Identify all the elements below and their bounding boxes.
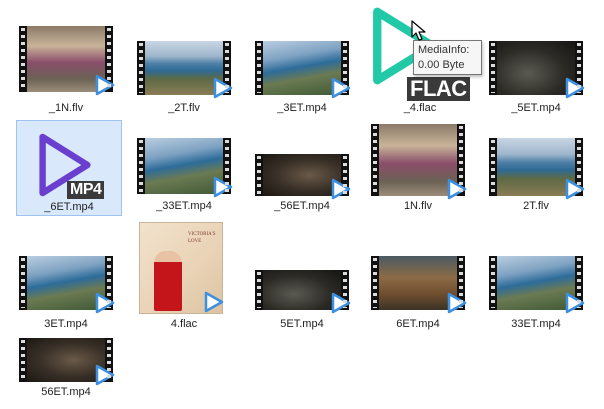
play-icon	[565, 292, 585, 314]
video-thumbnail	[371, 124, 467, 200]
file-name: 5ET.mp4	[280, 318, 324, 330]
file-tile[interactable]: _56ET.mp4	[247, 120, 357, 228]
play-icon	[565, 178, 585, 200]
file-name: 56ET.mp4	[41, 386, 91, 398]
file-tile[interactable]: VICTORIA'S LOVE 4.flac	[129, 220, 239, 330]
play-icon	[95, 364, 115, 386]
file-name: _33ET.mp4	[156, 200, 212, 212]
play-icon	[95, 292, 115, 314]
file-name: 6ET.mp4	[396, 318, 440, 330]
video-thumbnail	[137, 138, 233, 198]
album-cover: VICTORIA'S LOVE	[139, 222, 224, 314]
video-thumbnail	[489, 41, 585, 99]
file-name: _5ET.mp4	[511, 102, 561, 114]
cover-figure	[154, 251, 182, 311]
video-thumbnail	[255, 41, 351, 99]
video-thumbnail	[137, 41, 233, 99]
video-thumbnail	[371, 256, 467, 314]
file-name: _1N.flv	[48, 102, 84, 114]
video-thumbnail	[19, 338, 115, 386]
file-name: _6ET.mp4	[44, 201, 94, 213]
video-thumbnail	[19, 26, 115, 96]
play-icon	[447, 178, 467, 200]
file-name: _2T.flv	[168, 102, 200, 114]
file-name: 3ET.mp4	[44, 318, 88, 330]
file-tile[interactable]: 3ET.mp4	[11, 220, 121, 330]
play-icon	[204, 291, 224, 313]
file-name: 1N.flv	[403, 200, 433, 212]
video-thumbnail	[19, 256, 115, 314]
play-icon	[331, 292, 351, 314]
file-tile[interactable]: 6ET.mp4	[363, 220, 473, 330]
video-thumbnail	[255, 154, 351, 200]
file-tile[interactable]: _1N.flv	[11, 18, 121, 126]
file-name: 33ET.mp4	[511, 318, 561, 330]
play-icon	[331, 77, 351, 99]
tooltip-line-1: MediaInfo:	[418, 44, 470, 56]
format-badge: MP4	[67, 181, 105, 199]
file-tile[interactable]: 2T.flv	[481, 120, 591, 228]
file-tile[interactable]: 1N.flv	[363, 120, 473, 228]
file-tile[interactable]: 56ET.mp4	[11, 330, 121, 409]
video-thumbnail	[489, 256, 585, 314]
play-icon	[565, 77, 585, 99]
cover-title: VICTORIA'S LOVE	[188, 232, 216, 244]
file-name: _3ET.mp4	[277, 102, 327, 114]
video-thumbnail	[489, 138, 585, 200]
file-tile[interactable]: 33ET.mp4	[481, 220, 591, 330]
file-tile[interactable]: _3ET.mp4	[247, 18, 357, 126]
file-tile[interactable]: _33ET.mp4	[129, 120, 239, 228]
file-tile[interactable]: 5ET.mp4	[247, 220, 357, 330]
format-badge: FLAC	[407, 77, 470, 101]
play-icon	[447, 292, 467, 314]
file-tile[interactable]: _5ET.mp4	[481, 18, 591, 126]
mouse-pointer-icon	[411, 20, 426, 41]
play-icon	[213, 77, 233, 99]
file-tile[interactable]: _2T.flv	[129, 18, 239, 126]
video-thumbnail	[255, 270, 351, 314]
file-name: _56ET.mp4	[274, 200, 330, 212]
tooltip-line-2: 0.00 Byte	[418, 59, 465, 71]
file-name: 4.flac	[170, 318, 198, 330]
mediainfo-tooltip: MediaInfo: 0.00 Byte	[413, 40, 482, 75]
file-tile[interactable]: MP4 _6ET.mp4	[16, 120, 122, 216]
file-name: _4.flac	[403, 102, 437, 114]
play-icon	[95, 74, 115, 96]
play-icon	[331, 178, 351, 200]
play-icon	[213, 176, 233, 198]
file-name: 2T.flv	[523, 200, 549, 212]
